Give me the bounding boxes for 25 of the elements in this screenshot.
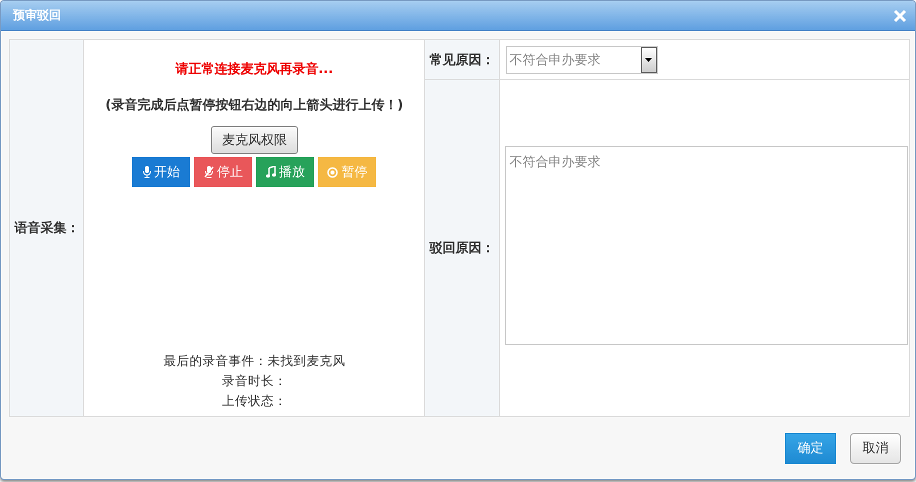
field-label: 语音采集： xyxy=(14,221,80,236)
window-title: 预审驳回 xyxy=(13,7,61,24)
field-label: 驳回原因： xyxy=(430,241,495,256)
status-text: 录音时长： xyxy=(222,373,287,390)
recorder-button[interactable]: 停止 xyxy=(194,157,252,187)
cancel-button[interactable]: 取消 xyxy=(850,432,901,464)
upload-hint: (录音完成后点暂停按钮右边的向上箭头进行上传！) xyxy=(105,96,404,114)
record-icon xyxy=(327,166,338,178)
status-text: 最后的录音事件：未找到麦克风 xyxy=(163,353,346,370)
close-button[interactable] xyxy=(893,8,907,22)
recorder-button[interactable]: 播放 xyxy=(256,157,314,187)
confirm-button[interactable]: 确定 xyxy=(785,432,836,464)
permission-button[interactable]: 麦克风权限 xyxy=(210,126,298,154)
status-text: 上传状态： xyxy=(222,393,287,410)
warning-text: 请正常连接麦克风再录音... xyxy=(175,60,334,78)
muted-microphone-icon xyxy=(204,166,214,178)
recorder-button[interactable]: 开始 xyxy=(132,157,190,187)
close-icon xyxy=(893,8,907,22)
music-note-icon xyxy=(266,166,276,178)
reason-dropdown[interactable]: 不符合申办要求 xyxy=(506,46,658,74)
microphone-icon xyxy=(142,166,151,178)
recorder-button[interactable]: 暂停 xyxy=(318,157,376,187)
dropdown-arrow-icon xyxy=(645,58,652,62)
field-label: 常见原因： xyxy=(430,52,495,68)
reason-text-area[interactable]: 不符合申办要求 xyxy=(504,146,908,345)
